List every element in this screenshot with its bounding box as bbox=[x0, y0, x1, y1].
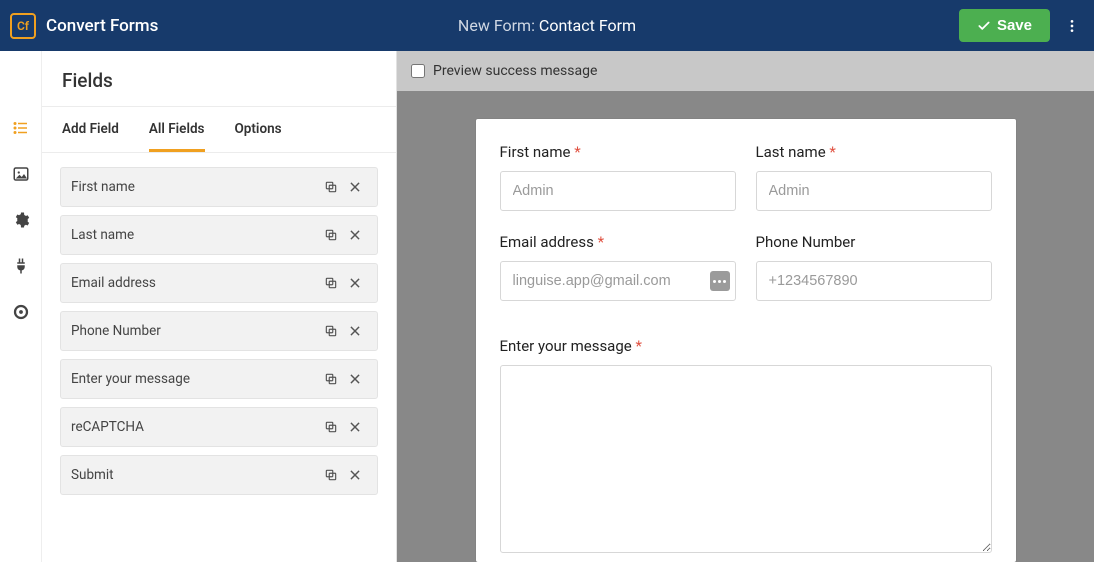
close-icon bbox=[348, 324, 362, 338]
field-item-label: Email address bbox=[71, 275, 319, 291]
field-item-phone[interactable]: Phone Number bbox=[60, 311, 378, 351]
close-icon bbox=[348, 468, 362, 482]
page-title: New Form: Contact Form bbox=[458, 16, 636, 35]
duplicate-button[interactable] bbox=[319, 324, 343, 338]
canvas: Preview success message First name * Las… bbox=[397, 51, 1094, 562]
email-input[interactable] bbox=[500, 261, 736, 301]
duplicate-button[interactable] bbox=[319, 180, 343, 194]
rail-design-icon[interactable] bbox=[12, 165, 30, 183]
preview-bar: Preview success message bbox=[397, 51, 1094, 91]
close-icon bbox=[348, 372, 362, 386]
email-label: Email address * bbox=[500, 233, 736, 251]
copy-icon bbox=[324, 372, 338, 386]
copy-icon bbox=[324, 468, 338, 482]
field-item-label: Last name bbox=[71, 227, 319, 243]
copy-icon bbox=[324, 180, 338, 194]
required-asterisk: * bbox=[574, 143, 580, 161]
sidebar-title: Fields bbox=[62, 69, 376, 92]
rail-integrations-icon[interactable] bbox=[12, 257, 30, 275]
preview-success-label: Preview success message bbox=[433, 63, 597, 79]
duplicate-button[interactable] bbox=[319, 276, 343, 290]
field-item-recaptcha[interactable]: reCAPTCHA bbox=[60, 407, 378, 447]
field-item-label: First name bbox=[71, 179, 319, 195]
duplicate-button[interactable] bbox=[319, 420, 343, 434]
list-icon bbox=[12, 119, 30, 137]
kebab-icon bbox=[1064, 18, 1080, 34]
field-item-email[interactable]: Email address bbox=[60, 263, 378, 303]
duplicate-button[interactable] bbox=[319, 228, 343, 242]
tab-add-field[interactable]: Add Field bbox=[62, 107, 119, 152]
delete-button[interactable] bbox=[343, 228, 367, 242]
last-name-input[interactable] bbox=[756, 171, 992, 211]
brand-name: Convert Forms bbox=[46, 16, 158, 36]
brand-logo-text: Cf bbox=[17, 19, 29, 33]
delete-button[interactable] bbox=[343, 468, 367, 482]
sidebar: Fields Add Field All Fields Options Firs… bbox=[42, 51, 397, 562]
phone-label: Phone Number bbox=[756, 233, 992, 251]
field-item-label: Enter your message bbox=[71, 371, 319, 387]
field-item-label: reCAPTCHA bbox=[71, 419, 319, 435]
form-stage: First name * Last name * Email address * bbox=[397, 91, 1094, 562]
copy-icon bbox=[324, 324, 338, 338]
delete-button[interactable] bbox=[343, 276, 367, 290]
field-item-last-name[interactable]: Last name bbox=[60, 215, 378, 255]
field-item-message[interactable]: Enter your message bbox=[60, 359, 378, 399]
field-item-submit[interactable]: Submit bbox=[60, 455, 378, 495]
rail-fields-icon[interactable] bbox=[12, 119, 30, 137]
rail-submissions-icon[interactable] bbox=[12, 303, 30, 321]
field-list: First name Last name Email address Phone… bbox=[42, 153, 396, 509]
check-icon bbox=[977, 19, 991, 33]
last-name-label: Last name * bbox=[756, 143, 992, 161]
delete-button[interactable] bbox=[343, 180, 367, 194]
field-item-label: Submit bbox=[71, 467, 319, 483]
close-icon bbox=[348, 180, 362, 194]
duplicate-button[interactable] bbox=[319, 372, 343, 386]
circle-dot-icon bbox=[12, 303, 30, 321]
image-icon bbox=[12, 165, 30, 183]
top-bar: Cf Convert Forms New Form: Contact Form … bbox=[0, 0, 1094, 51]
brand-logo: Cf bbox=[10, 13, 36, 39]
save-label: Save bbox=[997, 17, 1032, 34]
delete-button[interactable] bbox=[343, 372, 367, 386]
close-icon bbox=[348, 420, 362, 434]
tab-all-fields[interactable]: All Fields bbox=[149, 107, 205, 152]
duplicate-button[interactable] bbox=[319, 468, 343, 482]
left-icon-rail bbox=[0, 51, 42, 562]
required-asterisk: * bbox=[829, 143, 835, 161]
first-name-label: First name * bbox=[500, 143, 736, 161]
copy-icon bbox=[324, 420, 338, 434]
field-item-first-name[interactable]: First name bbox=[60, 167, 378, 207]
message-label: Enter your message * bbox=[500, 337, 992, 355]
save-button[interactable]: Save bbox=[959, 9, 1050, 42]
copy-icon bbox=[324, 276, 338, 290]
copy-icon bbox=[324, 228, 338, 242]
required-asterisk: * bbox=[635, 337, 641, 355]
form-name: Contact Form bbox=[539, 16, 636, 35]
delete-button[interactable] bbox=[343, 420, 367, 434]
plug-icon bbox=[12, 257, 30, 275]
sidebar-header: Fields bbox=[42, 51, 396, 107]
more-menu-button[interactable] bbox=[1058, 12, 1086, 40]
title-prefix: New Form: bbox=[458, 16, 539, 35]
delete-button[interactable] bbox=[343, 324, 367, 338]
required-asterisk: * bbox=[598, 233, 604, 251]
phone-input[interactable] bbox=[756, 261, 992, 301]
form-preview-card: First name * Last name * Email address * bbox=[476, 119, 1016, 562]
rail-settings-icon[interactable] bbox=[12, 211, 30, 229]
sidebar-tabs: Add Field All Fields Options bbox=[42, 107, 396, 153]
message-textarea[interactable] bbox=[500, 365, 992, 553]
preview-success-checkbox[interactable] bbox=[411, 64, 425, 78]
close-icon bbox=[348, 228, 362, 242]
close-icon bbox=[348, 276, 362, 290]
email-autofill-icon[interactable] bbox=[710, 271, 730, 291]
gear-icon bbox=[12, 211, 30, 229]
brand: Cf Convert Forms bbox=[10, 13, 158, 39]
tab-options[interactable]: Options bbox=[235, 107, 282, 152]
field-item-label: Phone Number bbox=[71, 323, 319, 339]
first-name-input[interactable] bbox=[500, 171, 736, 211]
